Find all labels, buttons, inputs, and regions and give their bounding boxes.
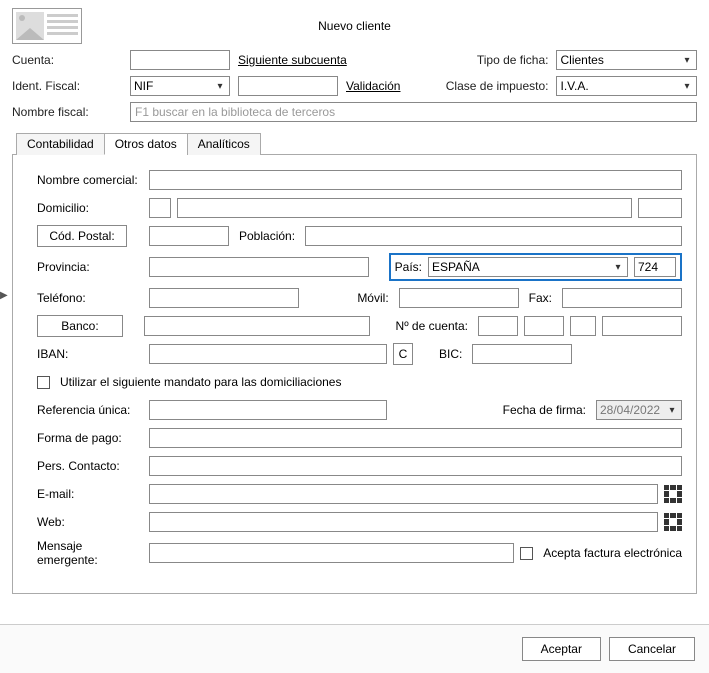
- bic-input[interactable]: [472, 344, 572, 364]
- domicilio-prefix-input[interactable]: [149, 198, 171, 218]
- pais-value: ESPAÑA: [432, 260, 480, 274]
- mensaje-label: Mensaje emergente:: [37, 539, 143, 567]
- tipo-ficha-value: Clientes: [560, 53, 603, 67]
- tab-analiticos[interactable]: Analíticos: [187, 133, 261, 155]
- qr-icon[interactable]: [664, 513, 682, 531]
- provincia-input[interactable]: [149, 257, 369, 277]
- cuenta-label: Cuenta:: [12, 53, 122, 67]
- fax-label: Fax:: [529, 291, 552, 305]
- fecha-firma-select[interactable]: 28/04/2022 ▾: [596, 400, 682, 420]
- pers-contacto-label: Pers. Contacto:: [37, 459, 143, 473]
- aceptar-button[interactable]: Aceptar: [522, 637, 601, 661]
- banco-input[interactable]: [144, 316, 369, 336]
- fecha-firma-value: 28/04/2022: [600, 403, 660, 417]
- pais-highlight-box: País: ESPAÑA ▾: [389, 253, 682, 281]
- cancelar-button[interactable]: Cancelar: [609, 637, 695, 661]
- ident-fiscal-type-select[interactable]: NIF ▾: [130, 76, 230, 96]
- iban-label: IBAN:: [37, 347, 143, 361]
- cuenta-p1-input[interactable]: [478, 316, 518, 336]
- validacion-link[interactable]: Validación: [346, 79, 400, 93]
- telefono-label: Teléfono:: [37, 291, 143, 305]
- nombre-comercial-label: Nombre comercial:: [37, 173, 143, 187]
- pais-code-input[interactable]: [634, 257, 676, 277]
- pais-select[interactable]: ESPAÑA ▾: [428, 257, 628, 277]
- cod-postal-input[interactable]: [149, 226, 229, 246]
- cuenta-p4-input[interactable]: [602, 316, 682, 336]
- clase-impuesto-value: I.V.A.: [560, 79, 588, 93]
- qr-icon[interactable]: [664, 485, 682, 503]
- movil-label: Móvil:: [357, 291, 388, 305]
- ref-unica-label: Referencia única:: [37, 403, 143, 417]
- cuenta-input[interactable]: [130, 50, 230, 70]
- tab-contabilidad[interactable]: Contabilidad: [16, 133, 105, 155]
- fax-input[interactable]: [562, 288, 682, 308]
- nombre-comercial-input[interactable]: [149, 170, 682, 190]
- poblacion-label: Población:: [239, 229, 295, 243]
- window-title: Nuevo cliente: [12, 19, 697, 33]
- tab-panel-otros-datos: Nombre comercial: Domicilio: Cód. Postal…: [12, 155, 697, 594]
- mandato-checkbox[interactable]: [37, 376, 50, 389]
- tab-bar: Contabilidad Otros datos Analíticos: [12, 132, 697, 155]
- telefono-input[interactable]: [149, 288, 299, 308]
- chevron-down-icon: ▾: [680, 81, 694, 92]
- fecha-firma-label: Fecha de firma:: [503, 403, 586, 417]
- chevron-down-icon: ▾: [213, 81, 227, 92]
- forma-pago-input[interactable]: [149, 428, 682, 448]
- nombre-fiscal-input[interactable]: F1 buscar en la biblioteca de terceros: [130, 102, 697, 122]
- nombre-fiscal-label: Nombre fiscal:: [12, 105, 122, 119]
- siguiente-subcuenta-link[interactable]: Siguiente subcuenta: [238, 53, 347, 67]
- iban-input[interactable]: [149, 344, 387, 364]
- poblacion-input[interactable]: [305, 226, 682, 246]
- chevron-down-icon: ▾: [680, 55, 694, 66]
- clase-impuesto-label: Clase de impuesto:: [408, 79, 548, 93]
- web-label: Web:: [37, 515, 143, 529]
- mandato-label: Utilizar el siguiente mandato para las d…: [60, 375, 341, 389]
- pais-label: País:: [395, 260, 422, 274]
- domicilio-label: Domicilio:: [37, 201, 143, 215]
- ref-unica-input[interactable]: [149, 400, 387, 420]
- cuenta-p3-input[interactable]: [570, 316, 596, 336]
- ident-fiscal-label: Ident. Fiscal:: [12, 79, 122, 93]
- tipo-ficha-select[interactable]: Clientes ▾: [556, 50, 697, 70]
- dialog-footer: Aceptar Cancelar: [0, 624, 709, 673]
- n-cuenta-label: Nº de cuenta:: [396, 319, 468, 333]
- web-input[interactable]: [149, 512, 658, 532]
- clase-impuesto-select[interactable]: I.V.A. ▾: [556, 76, 697, 96]
- movil-input[interactable]: [399, 288, 519, 308]
- acepta-factura-checkbox[interactable]: [520, 547, 533, 560]
- email-input[interactable]: [149, 484, 658, 504]
- forma-pago-label: Forma de pago:: [37, 431, 143, 445]
- ident-fiscal-type-value: NIF: [134, 79, 153, 93]
- provincia-label: Provincia:: [37, 260, 143, 274]
- email-label: E-mail:: [37, 487, 143, 501]
- tipo-ficha-label: Tipo de ficha:: [408, 53, 548, 67]
- expand-arrow-icon[interactable]: ▶: [0, 290, 8, 301]
- pers-contacto-input[interactable]: [149, 456, 682, 476]
- banco-button[interactable]: Banco:: [37, 315, 123, 337]
- domicilio-num-input[interactable]: [638, 198, 682, 218]
- chevron-down-icon: ▾: [611, 262, 625, 273]
- cuenta-p2-input[interactable]: [524, 316, 564, 336]
- iban-c-button[interactable]: C: [393, 343, 413, 365]
- cod-postal-button[interactable]: Cód. Postal:: [37, 225, 127, 247]
- tab-otros-datos[interactable]: Otros datos: [104, 133, 188, 155]
- mensaje-input[interactable]: [149, 543, 514, 563]
- chevron-down-icon: ▾: [665, 405, 679, 416]
- bic-label: BIC:: [439, 347, 462, 361]
- acepta-factura-label: Acepta factura electrónica: [543, 546, 682, 560]
- ident-fiscal-input[interactable]: [238, 76, 338, 96]
- domicilio-input[interactable]: [177, 198, 632, 218]
